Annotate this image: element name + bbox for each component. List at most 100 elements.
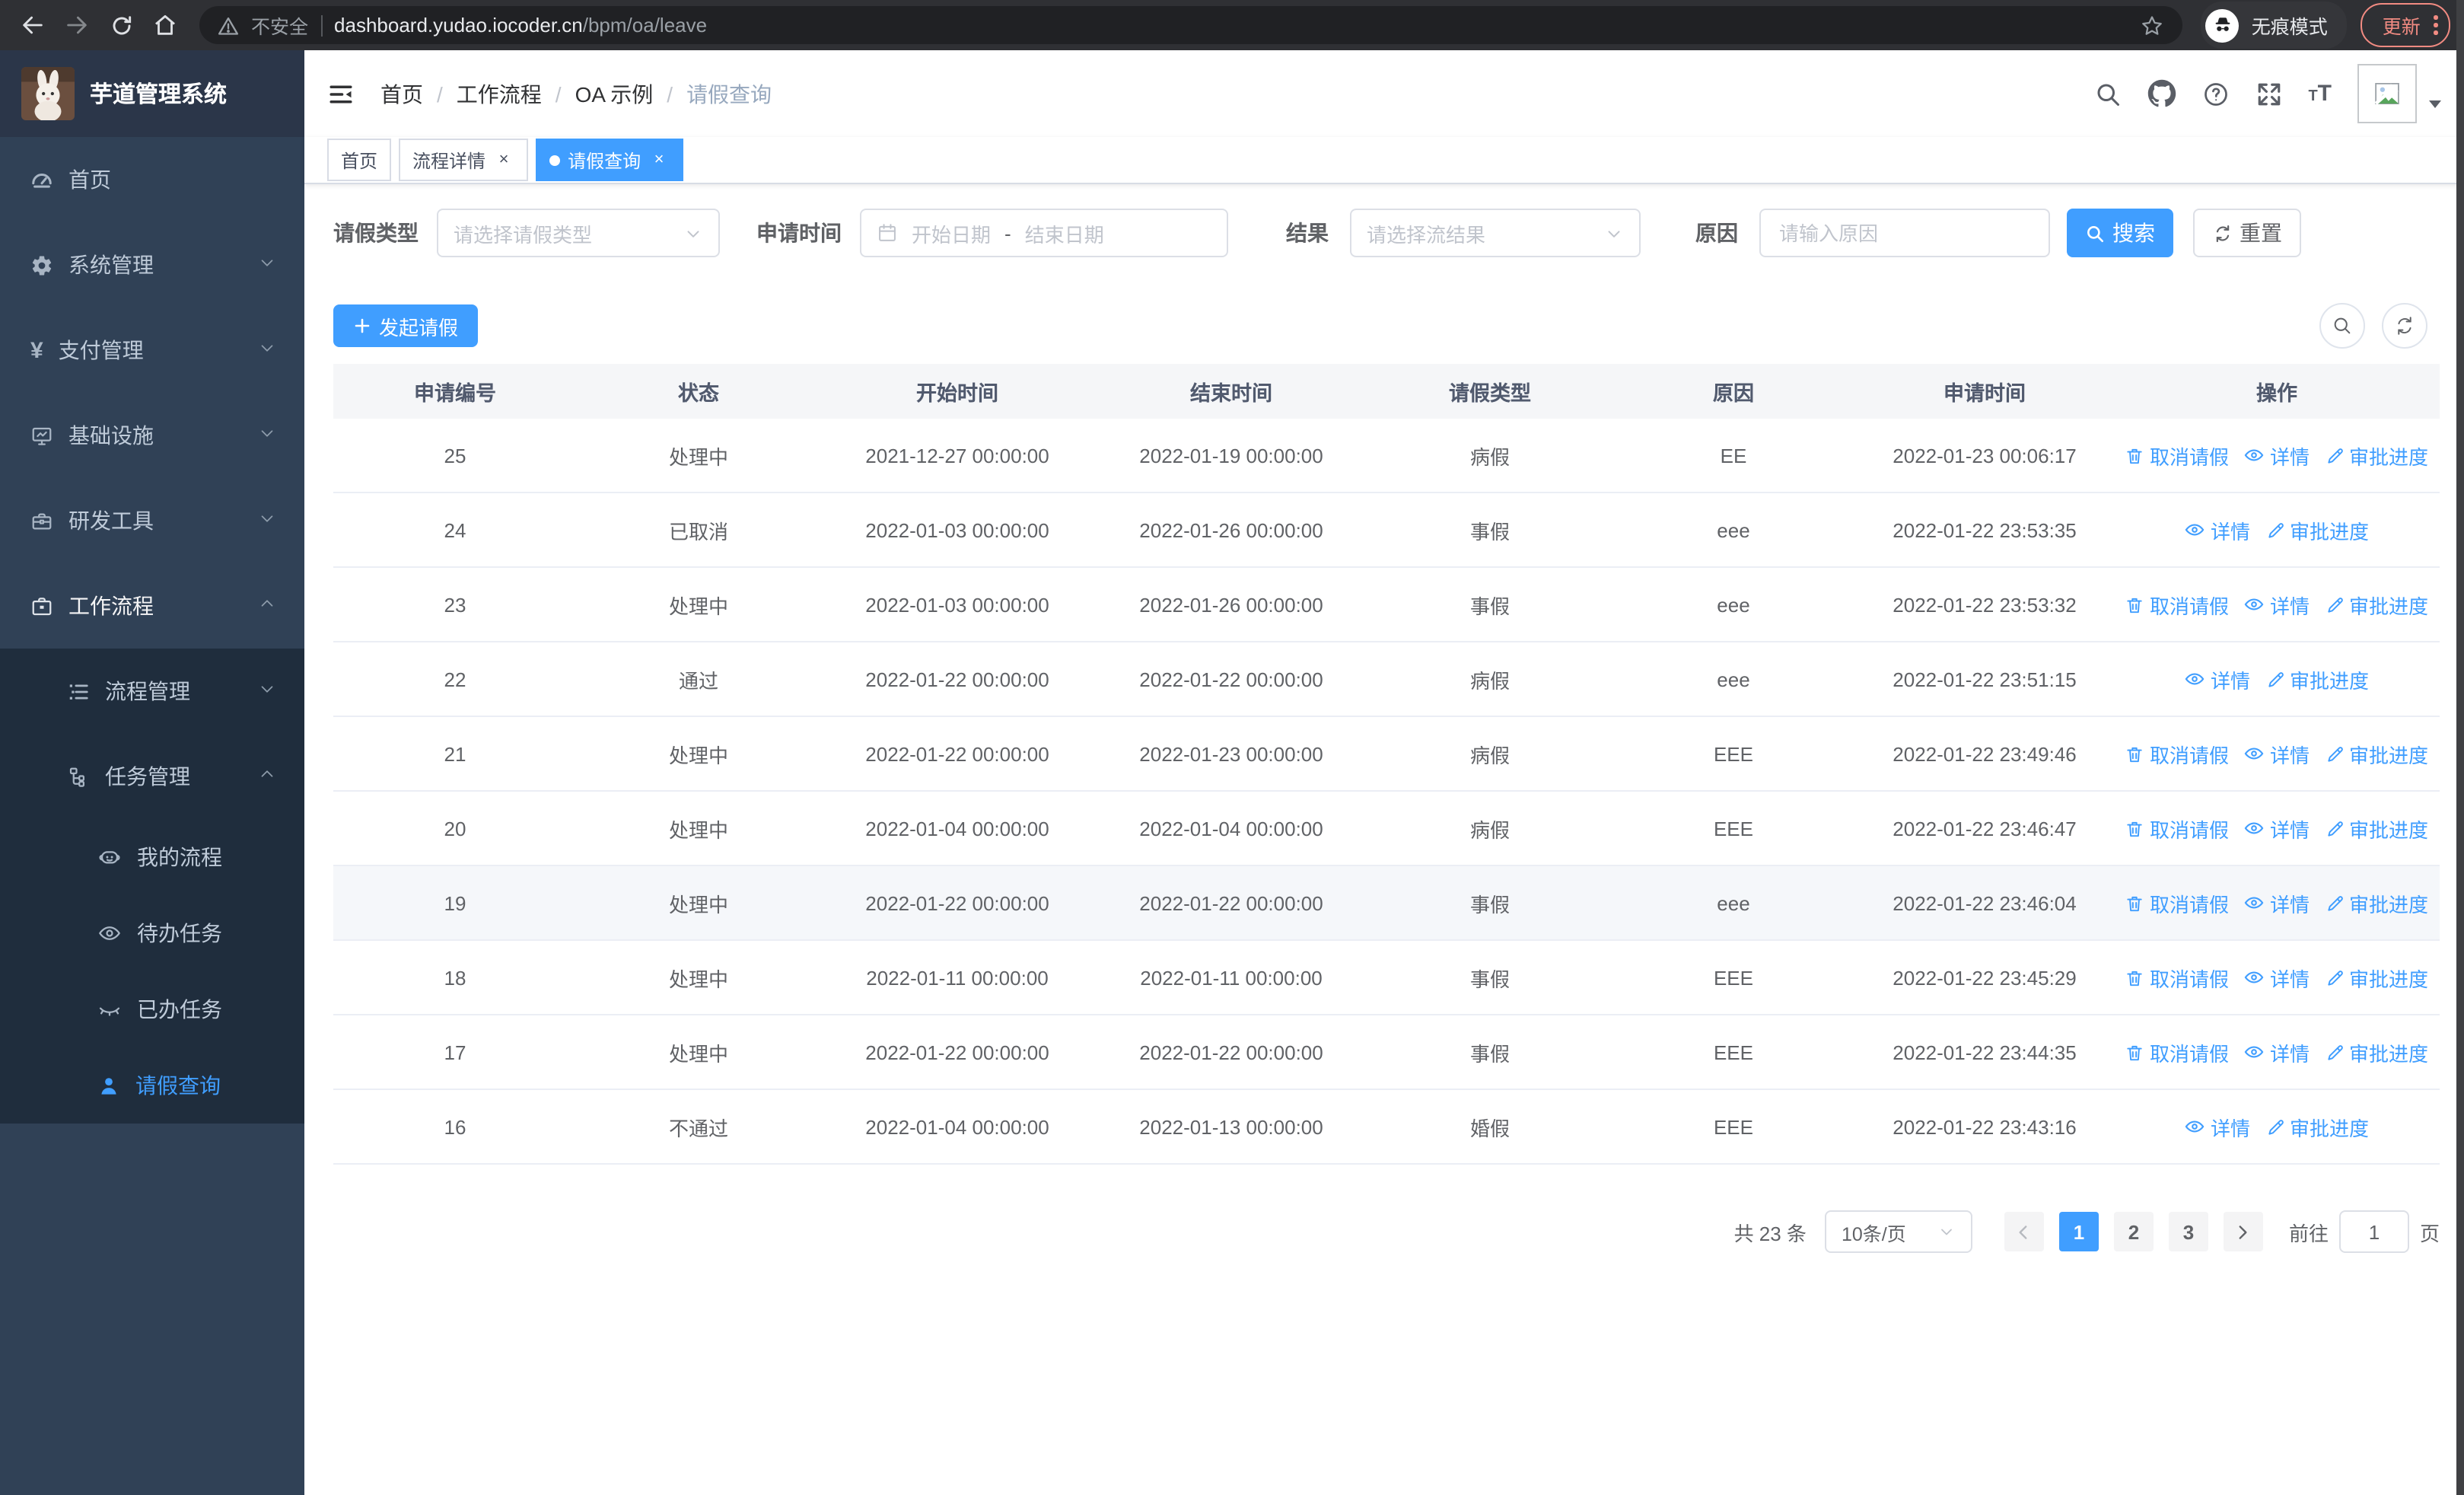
dashboard-icon [30, 168, 53, 191]
browser-update-button[interactable]: 更新 [2361, 3, 2450, 47]
detail-link[interactable]: 详情 [2244, 739, 2310, 768]
detail-link[interactable]: 详情 [2244, 590, 2310, 619]
tab-流程详情[interactable]: 流程详情 × [399, 139, 529, 181]
refresh-table-button[interactable] [2382, 303, 2427, 349]
sidebar-item-process-mgmt[interactable]: 流程管理 [0, 649, 304, 734]
progress-link[interactable]: 审批进度 [2325, 814, 2428, 843]
sidebar-item-todo-tasks[interactable]: 待办任务 [0, 895, 304, 971]
search-icon[interactable] [2093, 80, 2121, 107]
table-row[interactable]: 23 处理中 2022-01-03 00:00:00 2022-01-26 00:00… [333, 568, 2440, 642]
progress-link[interactable]: 审批进度 [2265, 515, 2369, 544]
goto-page-input[interactable] [2338, 1210, 2409, 1253]
cell-leave-type: 事假 [1469, 967, 1510, 990]
prev-page-button[interactable] [2004, 1212, 2044, 1251]
font-size-icon[interactable]: TT [2308, 81, 2332, 107]
sidebar-item-done-tasks[interactable]: 已办任务 [0, 971, 304, 1047]
sidebar-item-workflow[interactable]: 工作流程 [0, 563, 304, 649]
breadcrumb-item[interactable]: OA 示例 [575, 78, 654, 109]
back-icon[interactable] [14, 6, 52, 44]
progress-link-label: 审批进度 [2349, 967, 2429, 990]
table-row[interactable]: 21 处理中 2022-01-22 00:00:00 2022-01-23 00:00… [333, 717, 2440, 792]
detail-link[interactable]: 详情 [2185, 515, 2250, 544]
end-date-placeholder: 结束日期 [1024, 223, 1104, 246]
detail-link[interactable]: 详情 [2244, 441, 2310, 470]
page-button-2[interactable]: 2 [2113, 1212, 2154, 1251]
progress-link[interactable]: 审批进度 [2265, 665, 2369, 693]
breadcrumb-item[interactable]: 工作流程 [457, 78, 542, 109]
detail-link[interactable]: 详情 [2185, 665, 2250, 693]
security-chip-label[interactable]: 不安全 [251, 11, 308, 40]
sidebar-item-system[interactable]: 系统管理 [0, 222, 304, 308]
progress-link[interactable]: 审批进度 [2325, 590, 2428, 619]
table-row[interactable]: 20 处理中 2022-01-04 00:00:00 2022-01-04 00:00… [333, 792, 2440, 866]
cancel-leave-link[interactable]: 取消请假 [2125, 739, 2229, 768]
table-row[interactable]: 17 处理中 2022-01-22 00:00:00 2022-01-22 00:00… [333, 1015, 2440, 1090]
browser-menu-icon[interactable] [2434, 15, 2438, 35]
progress-link[interactable]: 审批进度 [2325, 1038, 2428, 1066]
cancel-leave-link[interactable]: 取消请假 [2125, 590, 2229, 619]
help-icon[interactable] [2201, 80, 2229, 107]
page-button-3[interactable]: 3 [2168, 1212, 2208, 1251]
sidebar-item-leave-query[interactable]: 请假查询 [0, 1047, 304, 1124]
search-button[interactable]: 搜索 [2067, 209, 2173, 257]
detail-link[interactable]: 详情 [2244, 1038, 2310, 1066]
cancel-leave-link[interactable]: 取消请假 [2125, 441, 2229, 470]
cell-request-id: 25 [444, 444, 466, 467]
close-icon[interactable]: × [648, 149, 670, 171]
table-row[interactable]: 25 处理中 2021-12-27 00:00:00 2022-01-19 00:00… [333, 419, 2440, 493]
leave-type-select[interactable]: 请选择请假类型 [437, 209, 720, 257]
reset-button[interactable]: 重置 [2193, 209, 2301, 257]
show-search-button[interactable] [2319, 303, 2365, 349]
progress-link[interactable]: 审批进度 [2325, 739, 2428, 768]
cancel-leave-link[interactable]: 取消请假 [2125, 814, 2229, 843]
cell-end-time: 2022-01-22 00:00:00 [1139, 668, 1323, 690]
fullscreen-icon[interactable] [2255, 80, 2282, 107]
sidebar-item-my-process[interactable]: 我的流程 [0, 819, 304, 895]
security-warning-icon[interactable] [218, 14, 239, 36]
sidebar-logo-row[interactable]: 芋道管理系统 [0, 50, 304, 137]
result-select[interactable]: 请选择流结果 [1350, 209, 1641, 257]
forward-icon[interactable] [58, 6, 96, 44]
table-row[interactable]: 22 通过 2022-01-22 00:00:00 2022-01-22 00:00:… [333, 642, 2440, 717]
cancel-leave-link[interactable]: 取消请假 [2125, 1038, 2229, 1066]
detail-link[interactable]: 详情 [2244, 888, 2310, 917]
address-bar[interactable]: 不安全 dashboard.yudao.iocoder.cn/bpm/oa/le… [199, 6, 2183, 44]
reload-icon[interactable] [102, 6, 140, 44]
sidebar-item-payment[interactable]: ¥ 支付管理 [0, 308, 304, 393]
user-avatar-menu[interactable] [2357, 64, 2441, 123]
reason-input[interactable] [1776, 220, 2033, 246]
sidebar-item-task-mgmt[interactable]: 任务管理 [0, 734, 304, 819]
avatar[interactable] [2357, 64, 2417, 123]
sidebar-item-home[interactable]: 首页 [0, 137, 304, 222]
home-icon[interactable] [146, 6, 184, 44]
progress-link[interactable]: 审批进度 [2325, 888, 2428, 917]
apply-time-range-picker[interactable]: 开始日期 - 结束日期 [860, 209, 1228, 257]
page-button-1[interactable]: 1 [2058, 1212, 2099, 1251]
create-leave-button[interactable]: 发起请假 [333, 304, 479, 347]
github-icon[interactable] [2147, 79, 2176, 108]
progress-link[interactable]: 审批进度 [2265, 1112, 2369, 1141]
progress-link[interactable]: 审批进度 [2325, 963, 2428, 992]
progress-link[interactable]: 审批进度 [2325, 441, 2428, 470]
cancel-leave-link[interactable]: 取消请假 [2125, 888, 2229, 917]
next-page-button[interactable] [2223, 1212, 2263, 1251]
update-label[interactable]: 更新 [2383, 11, 2421, 40]
sidebar-item-devtools[interactable]: 研发工具 [0, 478, 304, 563]
tab-请假查询[interactable]: 请假查询 × [536, 139, 684, 181]
sidebar-item-infra[interactable]: 基础设施 [0, 393, 304, 478]
collapse-sidebar-icon[interactable] [327, 80, 355, 107]
bookmark-star-icon[interactable] [2141, 13, 2165, 37]
table-row[interactable]: 18 处理中 2022-01-11 00:00:00 2022-01-11 00:00… [333, 941, 2440, 1015]
url-text[interactable]: dashboard.yudao.iocoder.cn/bpm/oa/leave [334, 14, 707, 37]
table-row[interactable]: 24 已取消 2022-01-03 00:00:00 2022-01-26 00:00… [333, 493, 2440, 568]
breadcrumb-item[interactable]: 首页 [380, 78, 423, 109]
detail-link[interactable]: 详情 [2185, 1112, 2250, 1141]
table-row[interactable]: 16 不通过 2022-01-04 00:00:00 2022-01-13 00:00… [333, 1090, 2440, 1165]
close-icon[interactable]: × [493, 149, 514, 171]
detail-link[interactable]: 详情 [2244, 814, 2310, 843]
detail-link[interactable]: 详情 [2244, 963, 2310, 992]
table-row[interactable]: 19 处理中 2022-01-22 00:00:00 2022-01-22 00:00… [333, 866, 2440, 941]
cancel-leave-link[interactable]: 取消请假 [2125, 963, 2229, 992]
page-size-select[interactable]: 10条/页 [1824, 1210, 1972, 1253]
tab-首页[interactable]: 首页 [327, 139, 392, 181]
